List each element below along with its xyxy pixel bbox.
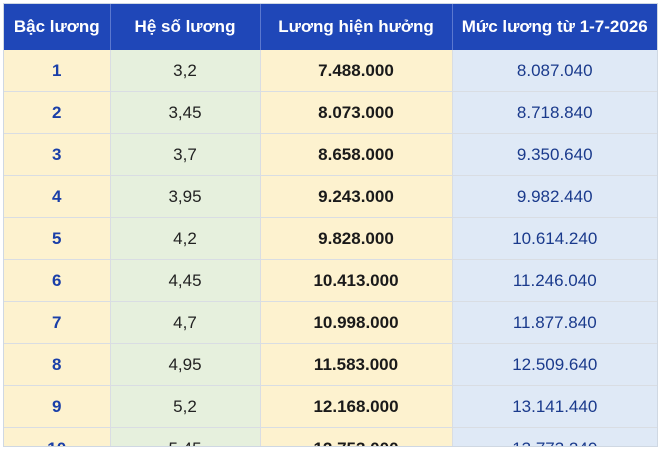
header-new-salary: Mức lương từ 1-7-2026 xyxy=(452,4,657,50)
new-salary-cell: 10.614.240 xyxy=(452,217,657,260)
coefficient-cell: 5,45 xyxy=(110,427,261,446)
salary-level-cell: 9 xyxy=(4,385,111,428)
table-body: 1 3,2 7.488.000 8.087.040 2 3,45 8.073.000 8.71… xyxy=(4,50,657,446)
table-row: 4 3,95 9.243.000 9.982.440 xyxy=(4,175,657,218)
new-salary-cell: 12.509.640 xyxy=(452,343,657,386)
salary-level-cell: 10 xyxy=(4,427,111,446)
table-header-row: Bậc lương Hệ số lương Lương hiện hưởng M… xyxy=(4,4,657,50)
new-salary-cell: 13.773.240 xyxy=(452,427,657,446)
coefficient-cell: 3,95 xyxy=(110,175,261,218)
new-salary-cell: 11.877.840 xyxy=(452,301,657,344)
coefficient-cell: 3,7 xyxy=(110,133,261,176)
current-salary-cell: 9.828.000 xyxy=(260,217,453,260)
salary-level-cell: 4 xyxy=(4,175,111,218)
coefficient-cell: 4,7 xyxy=(110,301,261,344)
coefficient-cell: 5,2 xyxy=(110,385,261,428)
current-salary-cell: 12.753.000 xyxy=(260,427,453,446)
salary-table-container: Bậc lương Hệ số lương Lương hiện hưởng M… xyxy=(3,3,658,447)
current-salary-cell: 8.073.000 xyxy=(260,91,453,134)
current-salary-cell: 12.168.000 xyxy=(260,385,453,428)
salary-level-cell: 5 xyxy=(4,217,111,260)
current-salary-cell: 8.658.000 xyxy=(260,133,453,176)
table-row: 8 4,95 11.583.000 12.509.640 xyxy=(4,343,657,386)
new-salary-cell: 13.141.440 xyxy=(452,385,657,428)
salary-level-cell: 6 xyxy=(4,259,111,302)
coefficient-cell: 4,95 xyxy=(110,343,261,386)
table-row: 1 3,2 7.488.000 8.087.040 xyxy=(4,50,657,92)
table-row: 105,4512.753.00013.773.240 xyxy=(4,427,657,446)
coefficient-cell: 4,45 xyxy=(110,259,261,302)
salary-level-cell: 1 xyxy=(4,50,111,92)
table-row: 5 4,2 9.828.000 10.614.240 xyxy=(4,217,657,260)
salary-level-cell: 7 xyxy=(4,301,111,344)
table-row: 2 3,45 8.073.000 8.718.840 xyxy=(4,91,657,134)
table-row: 3 3,7 8.658.000 9.350.640 xyxy=(4,133,657,176)
current-salary-cell: 9.243.000 xyxy=(260,175,453,218)
table-row: 6 4,45 10.413.000 11.246.040 xyxy=(4,259,657,302)
salary-level-cell: 3 xyxy=(4,133,111,176)
new-salary-cell: 8.718.840 xyxy=(452,91,657,134)
header-salary-coefficient: Hệ số lương xyxy=(110,4,261,50)
table-row: 9 5,2 12.168.000 13.141.440 xyxy=(4,385,657,428)
table-row: 7 4,7 10.998.000 11.877.840 xyxy=(4,301,657,344)
current-salary-cell: 10.998.000 xyxy=(260,301,453,344)
current-salary-cell: 10.413.000 xyxy=(260,259,453,302)
new-salary-cell: 9.982.440 xyxy=(452,175,657,218)
new-salary-cell: 11.246.040 xyxy=(452,259,657,302)
coefficient-cell: 4,2 xyxy=(110,217,261,260)
current-salary-cell: 7.488.000 xyxy=(260,50,453,92)
header-salary-level: Bậc lương xyxy=(4,4,111,50)
header-current-salary: Lương hiện hưởng xyxy=(260,4,453,50)
new-salary-cell: 8.087.040 xyxy=(452,50,657,92)
current-salary-cell: 11.583.000 xyxy=(260,343,453,386)
coefficient-cell: 3,2 xyxy=(110,50,261,92)
salary-level-cell: 2 xyxy=(4,91,111,134)
salary-table: Bậc lương Hệ số lương Lương hiện hưởng M… xyxy=(4,4,657,446)
coefficient-cell: 3,45 xyxy=(110,91,261,134)
salary-level-cell: 8 xyxy=(4,343,111,386)
new-salary-cell: 9.350.640 xyxy=(452,133,657,176)
